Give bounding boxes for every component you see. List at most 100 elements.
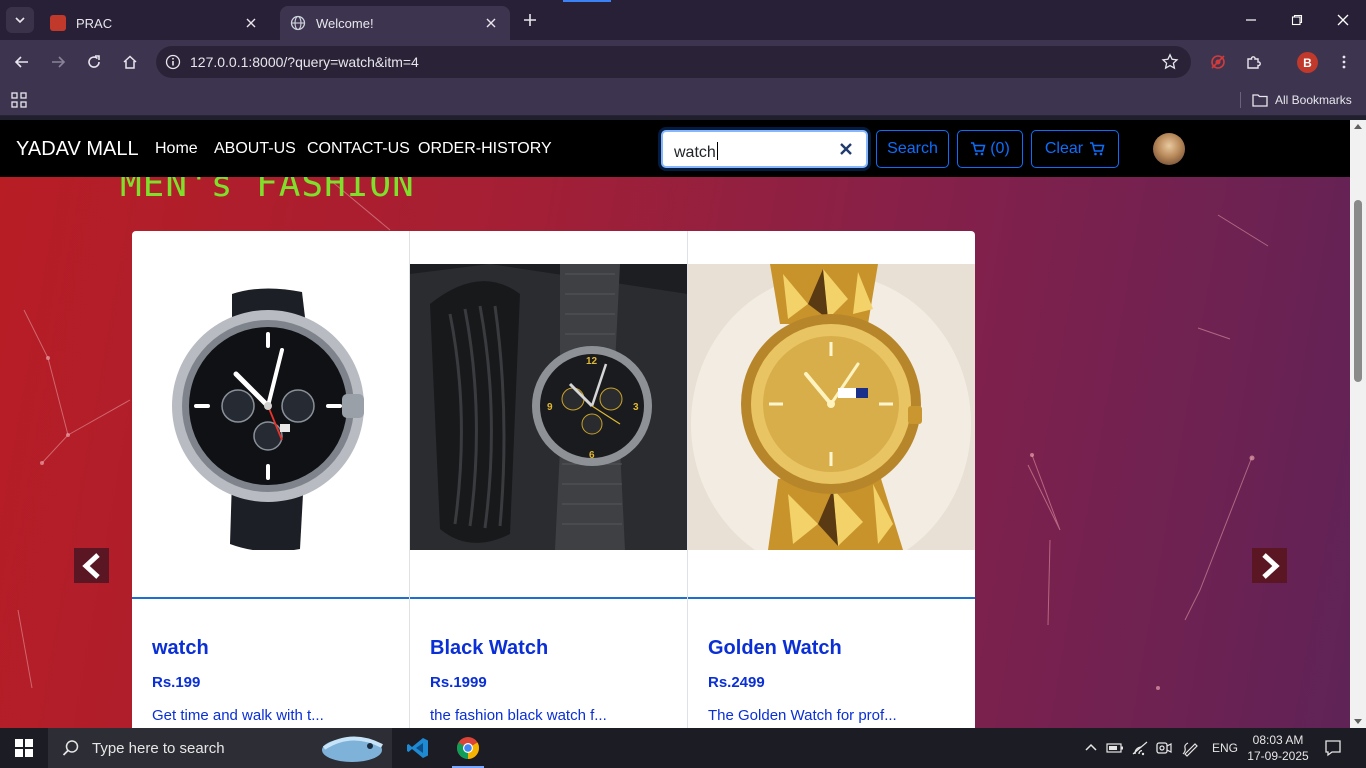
site-brand[interactable]: YADAV MALL (16, 138, 139, 161)
plus-icon (524, 14, 536, 26)
all-bookmarks-label: All Bookmarks (1275, 93, 1352, 107)
chevron-right-icon (1261, 552, 1280, 579)
nav-contact-us[interactable]: CONTACT-US (307, 140, 410, 158)
notifications-icon[interactable] (1324, 739, 1342, 757)
chevron-left-icon (81, 552, 100, 579)
show-hidden-icons-chevron-up-icon[interactable] (1082, 739, 1100, 757)
cart-icon (971, 142, 986, 156)
svg-text:6: 6 (589, 450, 595, 461)
start-button[interactable] (0, 728, 48, 768)
cart-icon (1090, 142, 1105, 156)
extensions-button[interactable] (1240, 48, 1268, 76)
product-price: Rs.199 (152, 674, 201, 691)
new-tab-button[interactable] (518, 8, 542, 32)
taskbar-search-placeholder: Type here to search (92, 739, 225, 757)
tab-search-button[interactable] (6, 7, 34, 33)
meet-now-camera-icon[interactable] (1155, 739, 1173, 757)
minimize-button[interactable] (1228, 0, 1274, 40)
tab-title: PRAC (76, 15, 113, 31)
scrollbar-thumb[interactable] (1354, 200, 1362, 382)
wifi-icon[interactable] (1131, 739, 1149, 757)
nav-home[interactable]: Home (155, 140, 198, 158)
golden-watch-image (688, 264, 975, 550)
product-card[interactable]: watch Rs.199 Get time and walk with t... (132, 231, 410, 728)
product-description: Get time and walk with t... (152, 707, 324, 724)
clear-search-icon[interactable] (838, 141, 854, 157)
product-image[interactable] (688, 264, 975, 550)
product-name[interactable]: Golden Watch (708, 637, 842, 660)
arrow-right-icon (52, 56, 66, 68)
tab-welcome[interactable]: Welcome! (280, 6, 510, 40)
svg-text:12: 12 (586, 356, 598, 367)
black-watch-bracelet-image: 12 3 6 9 (410, 264, 687, 550)
bookmark-star-icon[interactable] (1161, 53, 1179, 71)
scroll-up-arrow-icon[interactable] (1354, 124, 1362, 129)
home-button[interactable] (116, 48, 144, 76)
vscode-icon (407, 738, 428, 758)
os-taskbar: Type here to search ENG 08:03 AM 17-09-2… (0, 728, 1366, 768)
clock-date: 17-09-2025 (1247, 749, 1309, 763)
chrome-icon (457, 737, 479, 759)
forward-button[interactable] (44, 48, 72, 76)
site-info-icon[interactable] (156, 46, 190, 78)
restore-button[interactable] (1274, 0, 1320, 40)
close-window-button[interactable] (1320, 0, 1366, 40)
clock-time: 08:03 AM (1252, 733, 1304, 747)
carousel-prev-button[interactable] (74, 548, 109, 583)
battery-icon[interactable] (1106, 739, 1124, 757)
product-card[interactable]: 12 3 6 9 Black Watch Rs.1999 the fashion bl… (410, 231, 688, 728)
address-bar[interactable]: 127.0.0.1:8000/?query=watch&itm=4 (156, 46, 1191, 78)
arrow-left-icon (14, 56, 28, 68)
tab-close-icon[interactable] (242, 14, 260, 32)
product-image[interactable]: 12 3 6 9 (410, 264, 687, 550)
product-card[interactable]: Golden Watch Rs.2499 The Golden Watch fo… (688, 231, 975, 728)
chevron-down-icon (15, 17, 25, 24)
clear-cart-label: Clear (1044, 140, 1084, 157)
product-image[interactable] (132, 264, 409, 550)
globe-icon (290, 15, 306, 31)
accent-line (563, 0, 611, 2)
cart-count: (0) (990, 140, 1010, 157)
nav-about-us[interactable]: ABOUT-US (214, 140, 296, 158)
more-vertical-icon (1342, 55, 1346, 69)
browser-toolbar: 127.0.0.1:8000/?query=watch&itm=4 B (0, 40, 1366, 84)
taskbar-vscode[interactable] (394, 728, 442, 768)
bookmarks-bar: All Bookmarks (0, 84, 1366, 116)
browser-menu-button[interactable] (1330, 48, 1358, 76)
url-text: 127.0.0.1:8000/?query=watch&itm=4 (190, 54, 419, 70)
taskbar-search-box[interactable]: Type here to search (48, 728, 392, 768)
folder-icon (1252, 94, 1268, 107)
taskbar-clock[interactable]: 08:03 AM 17-09-2025 (1246, 732, 1310, 764)
clear-cart-button[interactable]: Clear (1031, 130, 1119, 168)
site-navbar: YADAV MALL Home ABOUT-US CONTACT-US ORDE… (0, 120, 1350, 177)
product-price: Rs.1999 (430, 674, 487, 691)
profile-avatar[interactable]: B (1297, 52, 1318, 73)
input-language[interactable]: ENG (1212, 741, 1238, 755)
search-input[interactable]: watch (661, 130, 868, 168)
back-button[interactable] (8, 48, 36, 76)
reload-button[interactable] (80, 48, 108, 76)
card-divider (410, 597, 687, 599)
product-name[interactable]: Black Watch (430, 637, 548, 660)
search-icon (62, 740, 79, 756)
carousel-next-button[interactable] (1252, 548, 1287, 583)
tab-title: Welcome! (316, 15, 374, 31)
taskbar-chrome[interactable] (444, 728, 492, 768)
tab-prac[interactable]: PRAC (40, 6, 270, 40)
search-button[interactable]: Search (876, 130, 949, 168)
scroll-down-arrow-icon[interactable] (1354, 719, 1362, 724)
user-avatar[interactable] (1153, 133, 1185, 165)
extension-record-button[interactable] (1204, 48, 1232, 76)
cart-button[interactable]: (0) (957, 130, 1023, 168)
nav-order-history[interactable]: ORDER-HISTORY (418, 140, 552, 158)
black-chronograph-watch-image (132, 264, 409, 550)
page-scrollbar[interactable] (1350, 120, 1366, 728)
tab-close-icon[interactable] (482, 14, 500, 32)
card-divider (132, 597, 409, 599)
puzzle-icon (1247, 56, 1261, 69)
pen-workspace-icon[interactable] (1182, 739, 1200, 757)
product-name[interactable]: watch (152, 637, 209, 660)
apps-grid-icon[interactable] (11, 92, 27, 108)
all-bookmarks-button[interactable]: All Bookmarks (1252, 90, 1352, 110)
page-viewport: MEN's FASHION watch Rs.199 Get time and … (0, 120, 1366, 728)
